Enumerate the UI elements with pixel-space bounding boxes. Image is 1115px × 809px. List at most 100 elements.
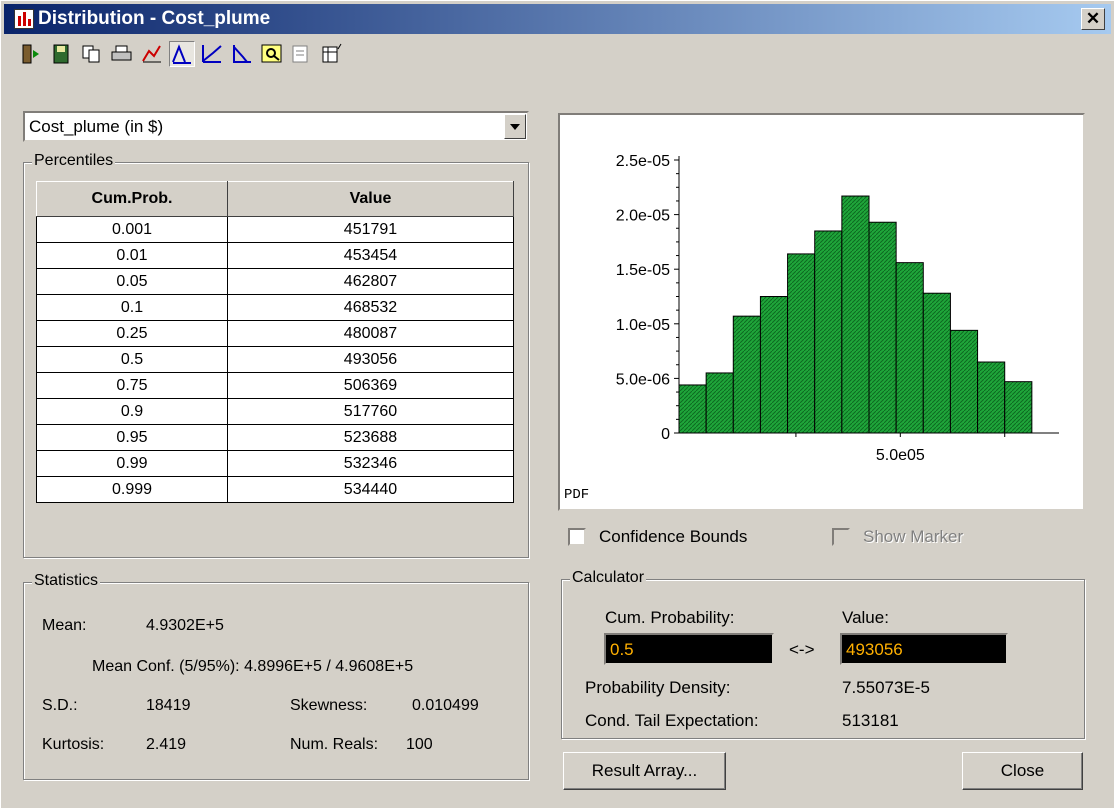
- table-row[interactable]: 0.001 451791: [36, 216, 514, 243]
- cum-probability-label: Cum. Probability:: [605, 608, 735, 627]
- cum-prob-cell[interactable]: 0.001: [36, 216, 228, 243]
- probability-density-value: 7.55073E-5: [842, 678, 930, 697]
- calculator-legend: Calculator: [570, 569, 647, 587]
- close-window-button[interactable]: ✕: [1081, 8, 1105, 30]
- value-cell[interactable]: 517760: [227, 398, 514, 425]
- pdf-chart-area[interactable]: 0 5.0e-06 1.0e-05 1.5e-05 2.0e-05 2.5e-05 5.0e…: [558, 113, 1085, 511]
- table-row[interactable]: 0.05 462807: [36, 268, 514, 295]
- column-header-cum-prob[interactable]: Cum.Prob.: [36, 181, 228, 217]
- title-bar[interactable]: Distribution - Cost_plume ✕: [4, 4, 1111, 34]
- kurtosis-value: 2.419: [146, 736, 187, 753]
- chevron-down-icon[interactable]: [504, 114, 526, 139]
- table-row[interactable]: 0.5 493056: [36, 346, 514, 373]
- histogram-bar: [1004, 381, 1033, 434]
- x-tick-label: 5.0e05: [876, 447, 925, 464]
- histogram-bar: [705, 372, 734, 434]
- window-title: Distribution - Cost_plume: [38, 8, 271, 29]
- table-row[interactable]: 0.75 506369: [36, 372, 514, 399]
- zoom-icon[interactable]: [259, 41, 285, 67]
- graph-setup-icon[interactable]: [139, 41, 165, 67]
- num-reals-label: Num. Reals:: [290, 736, 379, 753]
- variable-selector[interactable]: Cost_plume (in $): [23, 111, 529, 142]
- table-row[interactable]: 0.99 532346: [36, 450, 514, 477]
- variable-selector-value: Cost_plume (in $): [29, 117, 164, 136]
- cum-prob-cell[interactable]: 0.25: [36, 320, 228, 347]
- cum-prob-cell[interactable]: 0.05: [36, 268, 228, 295]
- y-tick-label: 1.0e-05: [616, 317, 670, 334]
- distribution-window: Distribution - Cost_plume ✕ Cost_plume (…: [0, 0, 1115, 809]
- y-tick-label: 2.0e-05: [616, 208, 670, 225]
- probability-bands-icon[interactable]: [229, 41, 255, 67]
- kurtosis-label: Kurtosis:: [42, 736, 105, 753]
- mean-confidence: Mean Conf. (5/95%): 4.8996E+5 / 4.9608E+…: [92, 658, 414, 675]
- cond-tail-expectation-value: 513181: [842, 711, 899, 730]
- histogram-bar: [787, 253, 816, 434]
- cdf-icon[interactable]: [199, 41, 225, 67]
- sd-value: 18419: [146, 697, 191, 714]
- y-tick-label: 5.0e-06: [616, 371, 670, 388]
- cum-prob-cell[interactable]: 0.99: [36, 450, 228, 477]
- histogram-bar: [759, 296, 789, 434]
- value-cell[interactable]: 493056: [227, 346, 514, 373]
- histogram-bar: [922, 292, 951, 434]
- y-tick-label: 0: [661, 426, 670, 443]
- swap-arrow: <->: [789, 640, 815, 659]
- cum-prob-cell[interactable]: 0.1: [36, 294, 228, 321]
- close-button[interactable]: Close: [962, 752, 1083, 790]
- cum-prob-cell[interactable]: 0.999: [36, 476, 228, 503]
- cum-prob-cell[interactable]: 0.01: [36, 242, 228, 269]
- statistics-group: Statistics Mean: 4.9302E+5 Mean Conf. (5…: [23, 572, 529, 780]
- value-cell[interactable]: 523688: [227, 424, 514, 451]
- column-header-value[interactable]: Value: [227, 181, 514, 217]
- confidence-bounds-label[interactable]: Confidence Bounds: [599, 527, 747, 547]
- table-row[interactable]: 0.95 523688: [36, 424, 514, 451]
- table-icon[interactable]: [319, 41, 345, 67]
- cum-prob-cell[interactable]: 0.75: [36, 372, 228, 399]
- value-cell[interactable]: 453454: [227, 242, 514, 269]
- value-cell[interactable]: 534440: [227, 476, 514, 503]
- histogram-bar: [841, 195, 870, 434]
- table-row[interactable]: 0.999 534440: [36, 476, 514, 503]
- histogram-bar: [895, 262, 924, 434]
- save-icon[interactable]: [49, 41, 75, 67]
- value-cell[interactable]: 532346: [227, 450, 514, 477]
- result-array-button[interactable]: Result Array...: [563, 752, 726, 790]
- mean-value: 4.9302E+5: [146, 617, 224, 634]
- calculator-group: Calculator Cum. Probability: Value: 0.5 …: [561, 569, 1085, 739]
- exit-icon[interactable]: [19, 41, 45, 67]
- cum-prob-cell[interactable]: 0.5: [36, 346, 228, 373]
- histogram-bar: [678, 384, 707, 434]
- value-input[interactable]: 493056: [840, 633, 1008, 665]
- table-row[interactable]: 0.01 453454: [36, 242, 514, 269]
- print-icon[interactable]: [109, 41, 135, 67]
- pdf-chart: 0 5.0e-06 1.0e-05 1.5e-05 2.0e-05 2.5e-05 5.0e…: [564, 153, 1059, 503]
- value-cell[interactable]: 468532: [227, 294, 514, 321]
- mean-label: Mean:: [42, 617, 87, 634]
- value-cell[interactable]: 506369: [227, 372, 514, 399]
- value-cell[interactable]: 451791: [227, 216, 514, 243]
- table-row[interactable]: 0.25 480087: [36, 320, 514, 347]
- histogram-bar: [732, 315, 761, 434]
- pdf-icon[interactable]: [169, 41, 195, 67]
- value-cell[interactable]: 462807: [227, 268, 514, 295]
- app-icon: [14, 9, 34, 29]
- percentiles-legend: Percentiles: [32, 152, 116, 170]
- statistics-legend: Statistics: [32, 572, 101, 590]
- y-axis-label: PDF: [564, 487, 589, 503]
- histogram-bar: [868, 221, 897, 434]
- cum-prob-cell[interactable]: 0.95: [36, 424, 228, 451]
- show-marker-checkbox: [832, 528, 850, 546]
- histogram-bar: [977, 361, 1006, 434]
- confidence-bounds-checkbox[interactable]: [568, 528, 586, 546]
- copy-icon[interactable]: [79, 41, 105, 67]
- value-cell[interactable]: 480087: [227, 320, 514, 347]
- percentiles-table-body: 0.001 451791 0.01 453454 0.05 462807 0.1 468532…: [36, 216, 514, 503]
- cum-probability-input[interactable]: 0.5: [604, 633, 774, 665]
- statistics-icon[interactable]: [289, 41, 315, 67]
- num-reals-value: 100: [406, 736, 433, 753]
- table-row[interactable]: 0.9 517760: [36, 398, 514, 425]
- table-row[interactable]: 0.1 468532: [36, 294, 514, 321]
- cum-prob-cell[interactable]: 0.9: [36, 398, 228, 425]
- sd-label: S.D.:: [42, 697, 78, 714]
- show-marker-label: Show Marker: [863, 527, 964, 546]
